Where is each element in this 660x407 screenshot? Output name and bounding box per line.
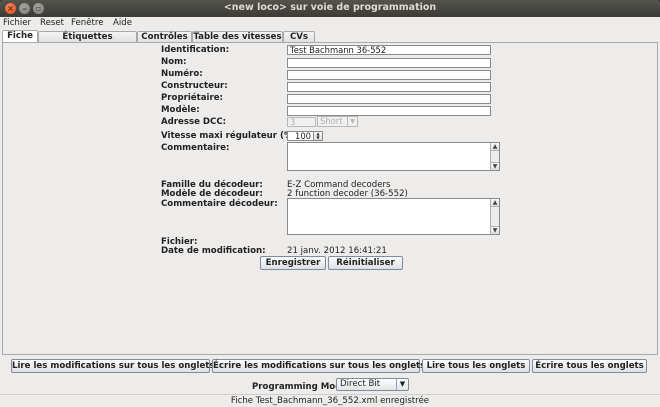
date-modification-label: Date de modification:	[161, 246, 266, 256]
spinner-buttons[interactable]: ▲ ▼	[313, 132, 322, 140]
commentaire-textarea[interactable]: ▲ ▼	[287, 142, 500, 171]
constructeur-field[interactable]	[287, 82, 491, 92]
numero-field[interactable]	[287, 70, 491, 80]
lire-tous-button[interactable]: Lire tous les onglets	[422, 359, 530, 373]
lire-modifications-button[interactable]: Lire les modifications sur tous les ongl…	[11, 359, 215, 373]
identification-label: Identification:	[161, 45, 230, 55]
modele-label: Modèle:	[161, 105, 200, 115]
menu-reset[interactable]: Reset	[40, 18, 64, 28]
status-separator	[0, 394, 660, 395]
spinner-down-icon[interactable]: ▼	[314, 136, 322, 140]
app-window: × – ▫ <new loco> sur voie de programmati…	[0, 0, 660, 407]
constructeur-label: Constructeur:	[161, 81, 228, 91]
numero-label: Numéro:	[161, 69, 203, 79]
proprietaire-field[interactable]	[287, 94, 491, 104]
scroll-up-icon[interactable]: ▲	[491, 143, 499, 151]
programming-mode-label: Programming Mode	[252, 382, 348, 392]
nom-label: Nom:	[161, 57, 187, 67]
menu-fenetre[interactable]: Fenêtre	[71, 18, 104, 28]
global-actions-row: Lire les modifications sur tous les ongl…	[0, 359, 660, 375]
reinitialiser-button[interactable]: Réinitialiser	[328, 256, 403, 270]
programming-mode-value: Direct Bit	[340, 379, 381, 389]
enregistrer-button[interactable]: Enregistrer	[260, 256, 326, 270]
vitesse-maxi-label: Vitesse maxi régulateur (%):	[161, 131, 300, 141]
commentaire-label: Commentaire:	[161, 143, 230, 153]
modele-field[interactable]	[287, 106, 491, 116]
ecrire-modifications-button[interactable]: Écrire les modifications sur tous les on…	[212, 359, 425, 373]
commentaire-decodeur-scrollbar[interactable]: ▲ ▼	[490, 199, 499, 234]
commentaire-decodeur-textarea[interactable]: ▲ ▼	[287, 198, 500, 235]
adresse-mode-select[interactable]: Short ▼	[317, 116, 358, 127]
identification-field[interactable]: Test Bachmann 36-552	[287, 45, 491, 55]
chevron-down-icon: ▼	[396, 379, 408, 390]
programming-mode-select[interactable]: Direct Bit ▼	[336, 378, 409, 391]
chevron-down-icon: ▼	[347, 117, 357, 126]
fiche-panel: Identification: Test Bachmann 36-552 Nom…	[2, 42, 658, 355]
window-title: <new loco> sur voie de programmation	[223, 2, 437, 13]
commentaire-scrollbar[interactable]: ▲ ▼	[490, 143, 499, 170]
menu-bar: Fichier Reset Fenêtre Aide	[0, 17, 660, 30]
menu-fichier[interactable]: Fichier	[3, 18, 31, 28]
ecrire-tous-button[interactable]: Écrire tous les onglets	[532, 359, 647, 373]
adresse-dcc-label: Adresse DCC:	[161, 117, 227, 127]
commentaire-decodeur-label: Commentaire décodeur:	[161, 199, 278, 209]
scroll-down-icon[interactable]: ▼	[491, 162, 499, 170]
modele-decodeur-label: Modèle de décodeur:	[161, 189, 263, 199]
title-bar: × – ▫ <new loco> sur voie de programmati…	[0, 0, 660, 17]
adresse-dcc-field[interactable]: 3	[287, 117, 316, 127]
date-modification-value: 21 janv. 2012 16:41:21	[287, 246, 387, 256]
menu-aide[interactable]: Aide	[113, 18, 132, 28]
nom-field[interactable]	[287, 58, 491, 68]
proprietaire-label: Propriétaire:	[161, 93, 223, 103]
status-bar: Fiche Test_Bachmann_36_552.xml enregistr…	[230, 396, 430, 406]
adresse-mode-value: Short	[320, 116, 343, 126]
vitesse-maxi-value: 100	[295, 131, 311, 141]
scroll-up-icon[interactable]: ▲	[491, 199, 499, 207]
scroll-down-icon[interactable]: ▼	[491, 226, 499, 234]
vitesse-maxi-spinner[interactable]: 100 ▲ ▼	[287, 131, 323, 141]
